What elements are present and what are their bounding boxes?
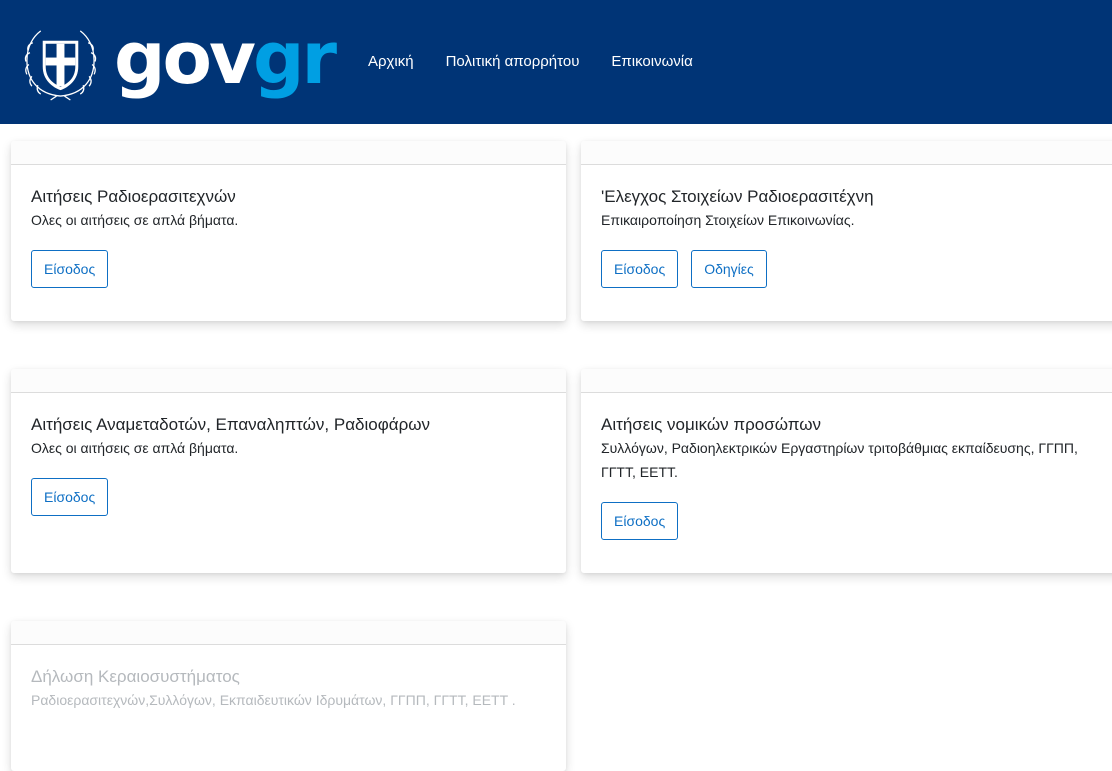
login-button[interactable]: Είσοδος <box>601 250 679 288</box>
card-text: Ολες οι αιτήσεις σε απλά βήματα. <box>31 212 239 228</box>
card-title: Αιτήσεις Αναμεταδοτών, Επαναληπτών, Ραδι… <box>31 415 431 434</box>
nav-privacy-policy[interactable]: Πολιτική απορρήτου <box>446 52 580 72</box>
site-header: govgr Αρχική Πολιτική απορρήτου Επικοινω… <box>0 0 1112 124</box>
card-legal-entities-applications: Αιτήσεις νομικών προσώπων Συλλόγων, Ραδι… <box>581 369 1112 573</box>
card-header <box>581 369 1112 393</box>
card-header <box>11 621 566 645</box>
login-button[interactable]: Είσοδος <box>31 250 109 288</box>
govgr-logo[interactable]: govgr <box>114 14 337 102</box>
logo-gr-text: gr <box>252 16 337 100</box>
card-title: 'Ελεγχος Στοιχείων Ραδιοερασιτέχνη <box>601 187 874 206</box>
card-text: Επικαιροποίηση Στοιχείων Επικοινωνίας. <box>601 212 855 228</box>
card-text: Ολες οι αιτήσεις σε απλά βήματα. <box>31 440 239 456</box>
main-nav: Αρχική Πολιτική απορρήτου Επικοινωνία <box>368 52 693 72</box>
greek-coat-of-arms-icon[interactable] <box>21 23 100 102</box>
card-amateur-radio-applications: Αιτήσεις Ραδιοερασιτεχνών Ολες οι αιτήσε… <box>11 141 566 321</box>
card-text: Ραδιοερασιτεχνών,Συλλόγων, Εκπαιδευτικών… <box>31 692 516 708</box>
card-title: Αιτήσεις νομικών προσώπων <box>601 415 822 434</box>
login-button[interactable]: Είσοδος <box>31 478 109 516</box>
instructions-button[interactable]: Οδηγίες <box>691 250 767 288</box>
card-amateur-data-check: 'Ελεγχος Στοιχείων Ραδιοερασιτέχνη Επικα… <box>581 141 1112 321</box>
card-repeaters-applications: Αιτήσεις Αναμεταδοτών, Επαναληπτών, Ραδι… <box>11 369 566 573</box>
card-title: Δήλωση Κεραιοσυστήματος <box>31 667 240 686</box>
card-antenna-declaration: Δήλωση Κεραιοσυστήματος Ραδιοερασιτεχνών… <box>11 621 566 771</box>
card-header <box>581 141 1112 165</box>
card-header <box>11 369 566 393</box>
card-text: Συλλόγων, Ραδιοηλεκτρικών Εργαστηρίων τρ… <box>601 440 1078 480</box>
logo-gov-text: gov <box>114 16 256 100</box>
nav-home[interactable]: Αρχική <box>368 52 414 72</box>
card-title: Αιτήσεις Ραδιοερασιτεχνών <box>31 187 236 206</box>
login-button[interactable]: Είσοδος <box>601 502 679 540</box>
card-header <box>11 141 566 165</box>
nav-contact[interactable]: Επικοινωνία <box>611 52 692 72</box>
